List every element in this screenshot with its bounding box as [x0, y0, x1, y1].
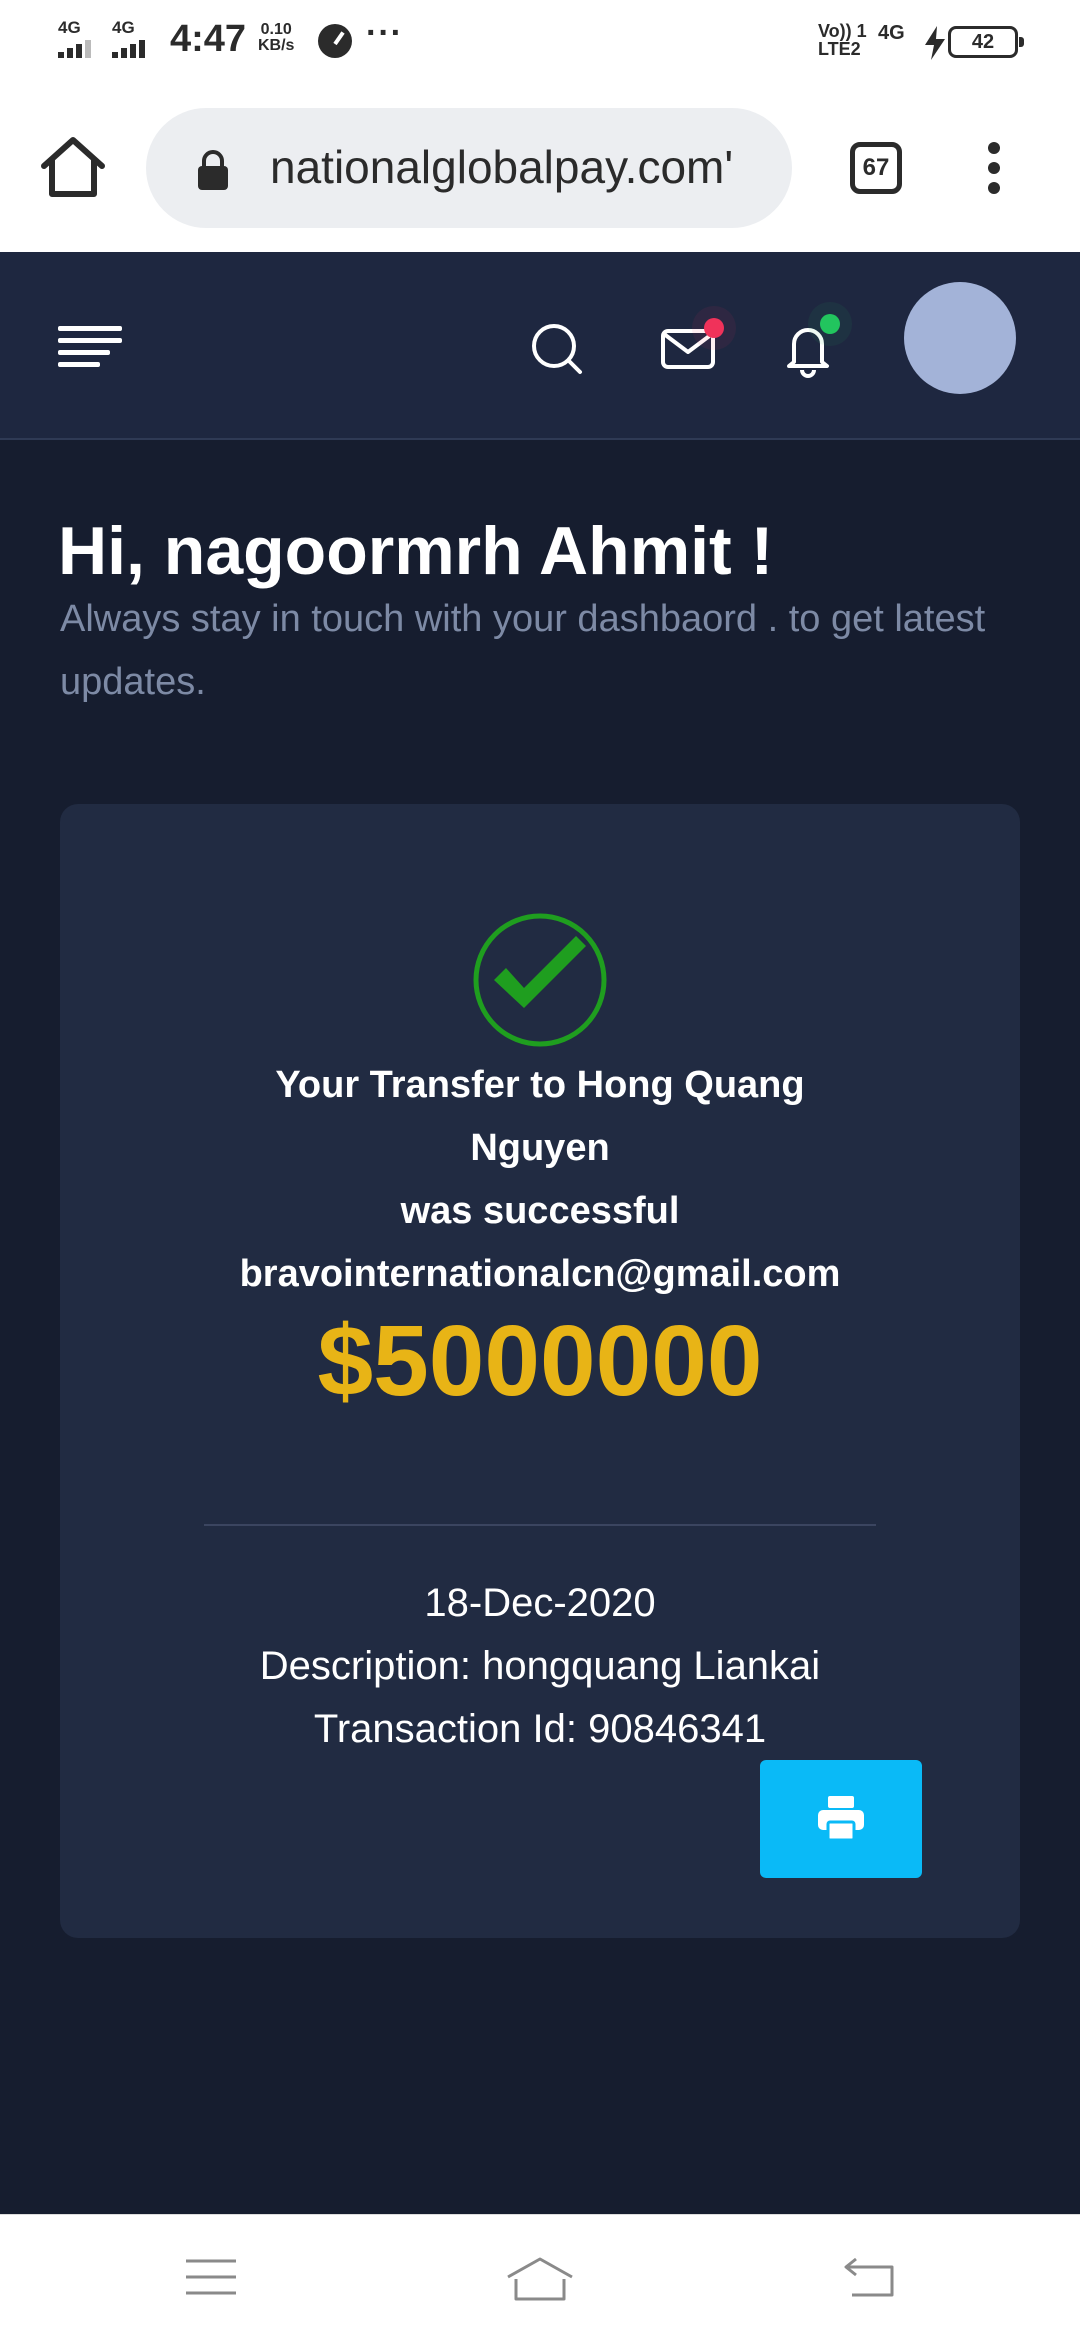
signal-sim2-label: 4G: [112, 18, 135, 37]
transaction-id: Transaction Id: 90846341: [313, 1707, 767, 1751]
battery-icon: 42: [948, 26, 1024, 58]
app-content: Hi, nagoormrh Ahmit ! Always stay in tou…: [0, 252, 1080, 2214]
network-speed-value: 0.10: [260, 21, 292, 38]
transfer-description: Description: hongquang Liankai: [259, 1644, 821, 1688]
success-check-icon: [473, 913, 607, 1047]
print-button[interactable]: [760, 1760, 922, 1878]
signal-bars-icon: [112, 40, 160, 58]
recent-apps-icon[interactable]: [184, 2255, 238, 2299]
recipient-email: bravointernationalcn@gmail.com: [239, 1253, 841, 1295]
network-speed-unit: KB/s: [258, 37, 295, 54]
transfer-message-line3: was successful: [400, 1190, 680, 1232]
search-icon[interactable]: [522, 312, 592, 382]
status-bar: 4G 4G 4:47 0.10 KB/s ··· Vo)) 1 LTE2 4G …: [0, 0, 1080, 84]
printer-icon: [818, 1796, 864, 1842]
page-subtitle: Always stay in touch with your dashbaord…: [60, 598, 986, 703]
address-bar-url[interactable]: 'nationalglobalpay.com: [270, 140, 780, 194]
transfer-date: 18-Dec-2020: [424, 1581, 656, 1625]
status-time: 4:47: [170, 18, 247, 60]
system-home-icon[interactable]: [504, 2255, 576, 2303]
avatar[interactable]: [904, 282, 1016, 394]
charging-icon: [925, 26, 945, 60]
page-title: Hi, nagoormrh Ahmit !: [58, 513, 774, 589]
tab-switcher-button[interactable]: 67: [850, 142, 902, 194]
lock-icon: [198, 150, 228, 190]
address-bar[interactable]: 'nationalglobalpay.com: [146, 108, 792, 228]
notifications-button[interactable]: [774, 312, 844, 382]
speedometer-icon: [318, 24, 352, 58]
mail-button[interactable]: [654, 312, 724, 382]
browser-menu-icon[interactable]: [988, 142, 1002, 196]
signal-sim1-label: 4G: [58, 18, 81, 37]
transfer-message: Your Transfer to Hong Quang Nguyen was s…: [60, 1054, 1020, 1306]
network-speed: 0.10 KB/s: [258, 22, 294, 54]
system-navigation-bar: [0, 2214, 1080, 2340]
browser-toolbar: 'nationalglobalpay.com 67: [0, 84, 1080, 252]
transfer-details: 18-Dec-2020 Description: hongquang Liank…: [60, 1572, 1020, 1761]
volte-line2: LTE2: [818, 39, 861, 59]
back-icon[interactable]: [842, 2255, 898, 2299]
home-icon[interactable]: [38, 134, 108, 200]
divider: [204, 1524, 876, 1526]
volte-indicator: Vo)) 1 LTE2: [818, 22, 867, 58]
network-type: 4G: [878, 22, 905, 44]
signal-bars-icon: [58, 40, 106, 58]
transfer-message-line2: Nguyen: [470, 1127, 610, 1169]
transfer-receipt-card: Your Transfer to Hong Quang Nguyen was s…: [60, 804, 1020, 1938]
volte-line1: Vo)) 1: [818, 21, 867, 41]
transfer-amount: $5000000: [317, 1305, 763, 1417]
transfer-message-line1: Your Transfer to Hong Quang: [275, 1064, 805, 1106]
mail-notification-dot: [704, 318, 724, 338]
app-header: [0, 252, 1080, 440]
bell-notification-dot: [820, 314, 840, 334]
hamburger-menu-icon[interactable]: [58, 326, 122, 368]
more-notifications-icon: ···: [366, 14, 403, 52]
